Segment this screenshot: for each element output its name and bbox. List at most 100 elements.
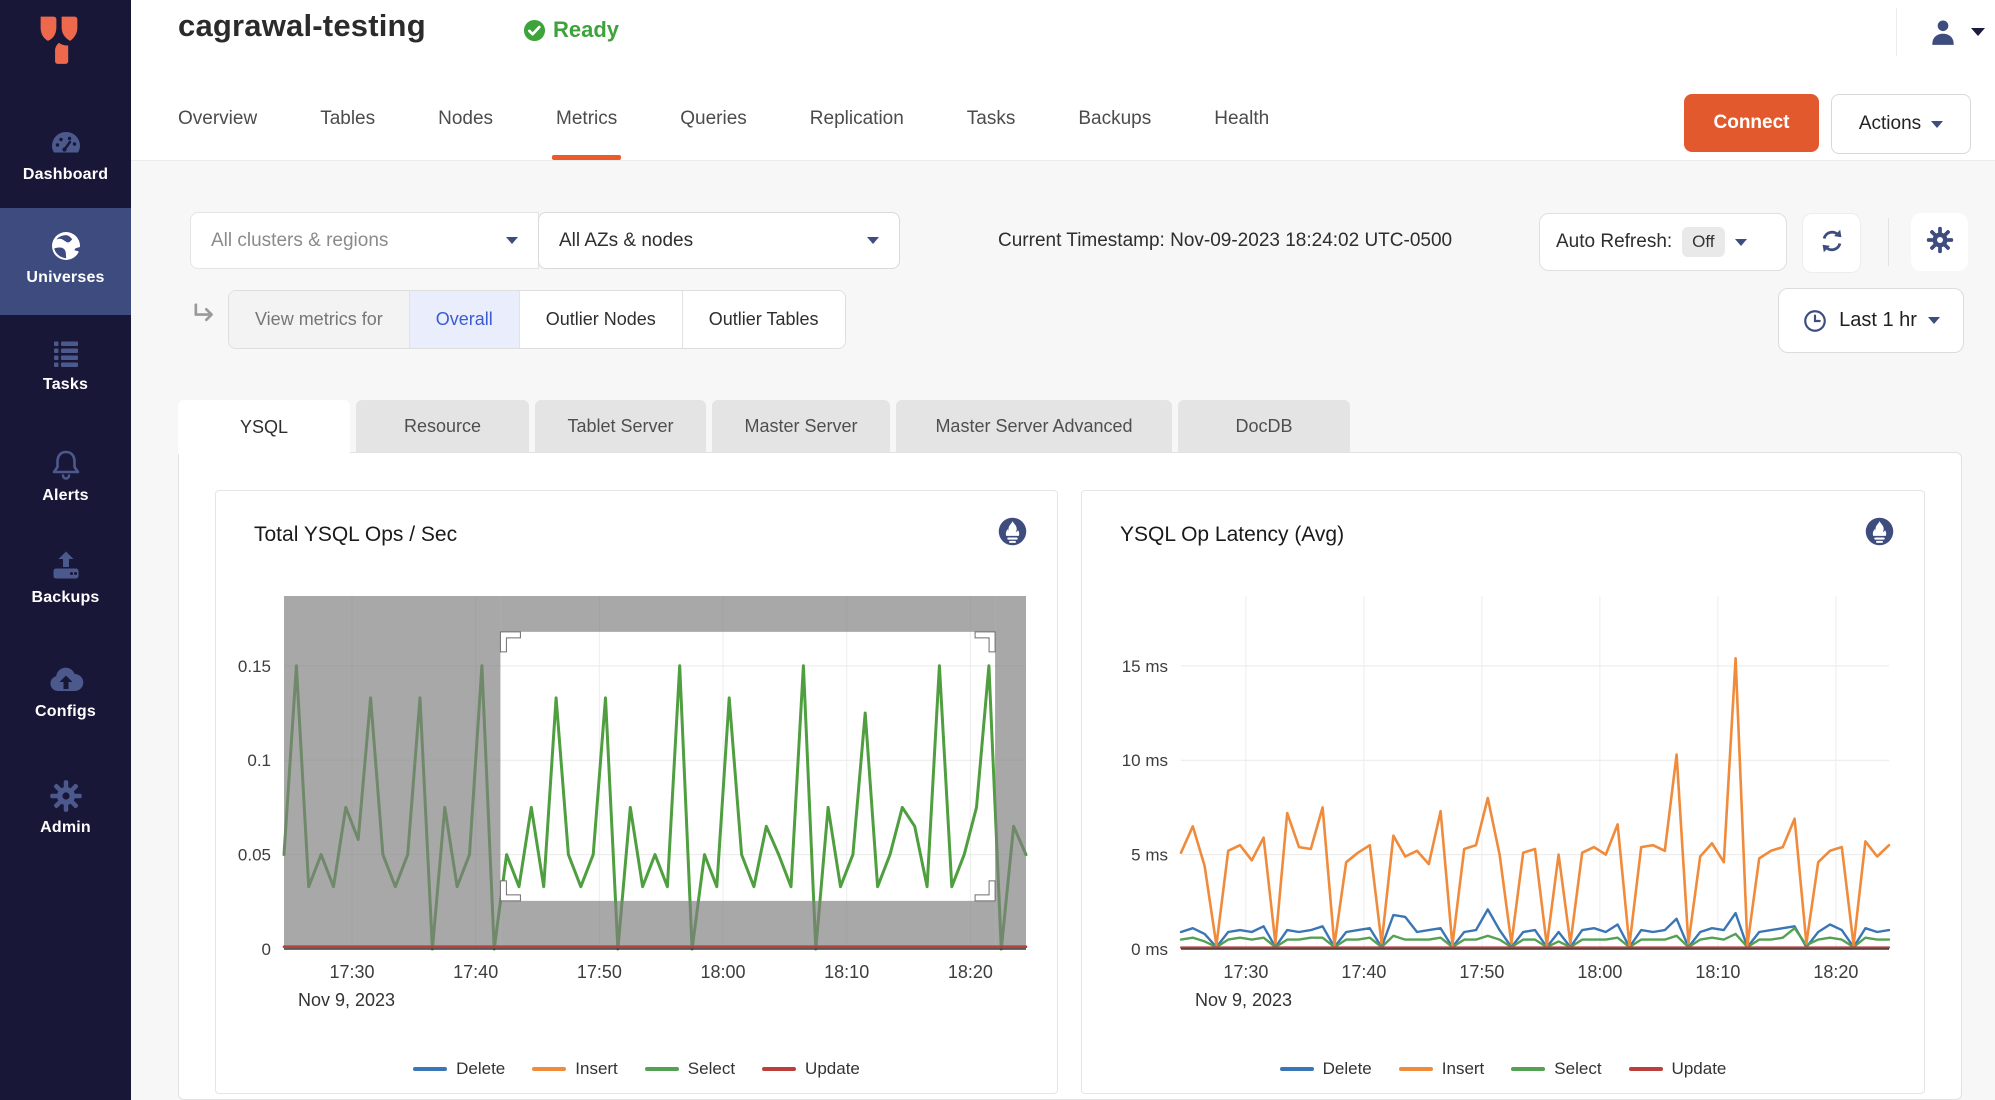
refresh-icon (1817, 226, 1847, 261)
legend-swatch (413, 1067, 447, 1071)
yugabyte-logo-icon[interactable] (38, 14, 80, 68)
sidebar-item-dashboard[interactable]: Dashboard (0, 125, 131, 184)
tab-metrics[interactable]: Metrics (556, 94, 617, 160)
auto-refresh-label: Auto Refresh: (1556, 231, 1672, 253)
legend-label: Select (1554, 1059, 1601, 1079)
metric-tab-ysql[interactable]: YSQL (178, 400, 350, 454)
tab-tasks[interactable]: Tasks (967, 94, 1016, 160)
svg-text:0 ms: 0 ms (1131, 940, 1168, 959)
sidebar-item-admin[interactable]: Admin (0, 778, 131, 837)
svg-text:10 ms: 10 ms (1122, 751, 1168, 770)
legend-item-insert[interactable]: Insert (1399, 1059, 1485, 1079)
metric-tab-docdb[interactable]: DocDB (1178, 400, 1350, 452)
azs-nodes-value: All AZs & nodes (559, 230, 693, 252)
svg-text:17:50: 17:50 (577, 962, 622, 982)
sidebar-item-label: Backups (0, 589, 131, 607)
current-timestamp: Current Timestamp: Nov-09-2023 18:24:02 … (998, 212, 1452, 269)
status-badge: Ready (523, 17, 619, 43)
svg-text:18:10: 18:10 (824, 962, 869, 982)
chart-total-ysql-ops[interactable]: 00.050.10.1517:3017:4017:5018:0018:1018:… (216, 491, 1057, 1093)
refresh-button[interactable] (1802, 213, 1861, 273)
tab-nodes[interactable]: Nodes (438, 94, 493, 160)
chevron-down-icon (1931, 121, 1943, 128)
svg-text:18:20: 18:20 (1813, 962, 1858, 982)
clock-icon (1802, 308, 1828, 334)
view-metrics-label: View metrics for (229, 291, 410, 348)
user-avatar-icon (1927, 16, 1959, 48)
auto-refresh-value[interactable]: Off (1682, 227, 1724, 257)
legend-label: Select (688, 1059, 735, 1079)
legend-item-update[interactable]: Update (1629, 1059, 1727, 1079)
tab-backups[interactable]: Backups (1078, 94, 1151, 160)
legend-swatch (532, 1067, 566, 1071)
sidebar-item-label: Universes (0, 269, 131, 287)
sidebar-item-label: Configs (0, 703, 131, 721)
chart-title: YSQL Op Latency (Avg) (1120, 523, 1344, 547)
chart-ysql-op-latency[interactable]: 0 ms5 ms10 ms15 ms17:3017:4017:5018:0018… (1082, 491, 1924, 1093)
legend-swatch (1280, 1067, 1314, 1071)
chart-card-total-ysql-ops: 00.050.10.1517:3017:4017:5018:0018:1018:… (215, 490, 1058, 1094)
sidebar-item-label: Alerts (0, 487, 131, 505)
actions-button[interactable]: Actions (1831, 94, 1971, 154)
legend-label: Insert (575, 1059, 618, 1079)
view-option-overall[interactable]: Overall (410, 291, 520, 348)
time-range-value: Last 1 hr (1839, 309, 1917, 332)
sidebar-item-universes[interactable]: Universes (0, 228, 131, 287)
chevron-down-icon (506, 237, 518, 244)
svg-text:Nov 9, 2023: Nov 9, 2023 (298, 990, 395, 1010)
app-screen: Dashboard Universes Tasks Alerts Backups… (0, 0, 1995, 1100)
legend-swatch (1629, 1067, 1663, 1071)
chevron-down-icon (1971, 28, 1985, 36)
gear-icon (48, 778, 84, 814)
legend-item-select[interactable]: Select (1511, 1059, 1601, 1079)
status-text: Ready (553, 17, 619, 43)
sidebar-item-label: Dashboard (0, 166, 131, 184)
svg-text:17:40: 17:40 (453, 962, 498, 982)
settings-button[interactable] (1911, 213, 1968, 271)
legend-swatch (1399, 1067, 1433, 1071)
azs-nodes-dropdown[interactable]: All AZs & nodes (538, 212, 900, 269)
legend-item-insert[interactable]: Insert (532, 1059, 618, 1079)
sidebar-item-alerts[interactable]: Alerts (0, 446, 131, 505)
tab-queries[interactable]: Queries (680, 94, 747, 160)
tab-health[interactable]: Health (1214, 94, 1269, 160)
metric-tab-master-server[interactable]: Master Server (712, 400, 890, 452)
sidebar-item-backups[interactable]: Backups (0, 548, 131, 607)
view-option-outlier-nodes[interactable]: Outlier Nodes (520, 291, 683, 348)
legend-item-delete[interactable]: Delete (413, 1059, 505, 1079)
svg-text:18:00: 18:00 (1577, 962, 1622, 982)
sidebar-item-tasks[interactable]: Tasks (0, 335, 131, 394)
universe-nav-tabs: Overview Tables Nodes Metrics Queries Re… (178, 94, 1269, 160)
time-range-dropdown[interactable]: Last 1 hr (1778, 288, 1964, 353)
tab-tables[interactable]: Tables (320, 94, 375, 160)
metric-tab-master-server-advanced[interactable]: Master Server Advanced (896, 400, 1172, 452)
connect-button[interactable]: Connect (1684, 94, 1819, 152)
sidebar-item-configs[interactable]: Configs (0, 662, 131, 721)
metric-tab-resource[interactable]: Resource (356, 400, 529, 452)
chart-legend: Delete Insert Select Update (1082, 1059, 1924, 1079)
chevron-down-icon[interactable] (1735, 239, 1747, 246)
actions-label: Actions (1859, 113, 1921, 135)
user-menu[interactable] (1896, 6, 1985, 58)
legend-item-delete[interactable]: Delete (1280, 1059, 1372, 1079)
prometheus-icon[interactable] (996, 515, 1029, 548)
sidebar: Dashboard Universes Tasks Alerts Backups… (0, 0, 131, 1100)
legend-label: Delete (1323, 1059, 1372, 1079)
tab-replication[interactable]: Replication (810, 94, 904, 160)
divider (1888, 218, 1889, 266)
legend-item-update[interactable]: Update (762, 1059, 860, 1079)
metric-tab-tablet-server[interactable]: Tablet Server (535, 400, 706, 452)
view-option-outlier-tables[interactable]: Outlier Tables (683, 291, 845, 348)
legend-label: Insert (1442, 1059, 1485, 1079)
clusters-regions-dropdown[interactable]: All clusters & regions (190, 212, 539, 269)
svg-text:Nov 9, 2023: Nov 9, 2023 (1195, 990, 1292, 1010)
divider (1896, 8, 1897, 56)
svg-text:18:20: 18:20 (948, 962, 993, 982)
legend-item-select[interactable]: Select (645, 1059, 735, 1079)
check-circle-icon (523, 19, 546, 42)
svg-text:17:30: 17:30 (1223, 962, 1268, 982)
prometheus-icon[interactable] (1863, 515, 1896, 548)
gauge-icon (48, 125, 84, 161)
tab-overview[interactable]: Overview (178, 94, 257, 160)
svg-text:17:40: 17:40 (1341, 962, 1386, 982)
